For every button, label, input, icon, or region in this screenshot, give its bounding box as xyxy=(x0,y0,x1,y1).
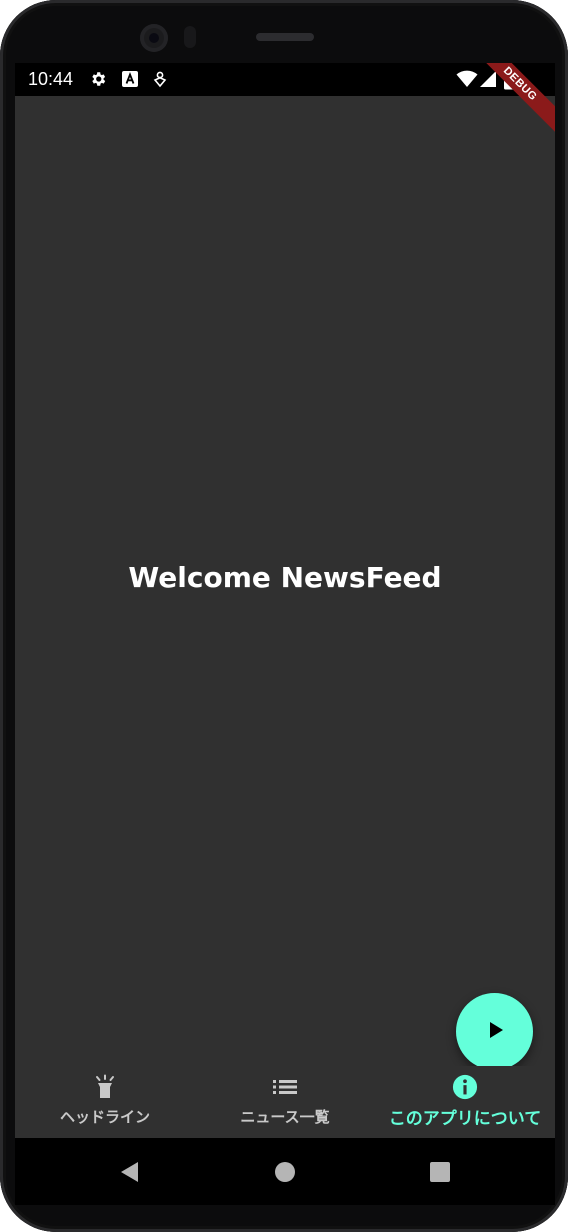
info-icon xyxy=(452,1074,478,1100)
welcome-title: Welcome NewsFeed xyxy=(128,561,442,594)
font-a-icon xyxy=(121,70,139,88)
home-icon[interactable] xyxy=(274,1160,296,1188)
status-bar: 10:44 DEBUG xyxy=(15,63,555,144)
nav-item-news-list[interactable]: ニュース一覧 xyxy=(225,1066,345,1138)
proximity-sensor xyxy=(184,26,196,48)
system-navigation-bar xyxy=(15,1138,555,1205)
phone-frame: 10:44 DEBUG Welcome NewsFeed ヘッドライン ニュース… xyxy=(0,0,568,1232)
play-fab-button[interactable] xyxy=(456,993,533,1070)
recents-icon[interactable] xyxy=(429,1160,451,1188)
flashlight-icon xyxy=(92,1074,118,1100)
list-icon xyxy=(272,1074,298,1100)
main-content: Welcome NewsFeed xyxy=(15,96,555,1070)
nav-item-about[interactable]: このアプリについて xyxy=(375,1066,555,1138)
nav-label-about: このアプリについて xyxy=(388,1109,542,1129)
nav-item-headline[interactable]: ヘッドライン xyxy=(55,1066,155,1138)
screen: 10:44 DEBUG Welcome NewsFeed ヘッドライン ニュース… xyxy=(15,63,555,1205)
bottom-navigation: ヘッドライン ニュース一覧 このアプリについて xyxy=(15,1066,555,1138)
front-camera xyxy=(140,24,168,52)
wifi-icon xyxy=(456,70,478,88)
nav-label-news-list: ニュース一覧 xyxy=(240,1108,330,1126)
cell-signal-icon xyxy=(479,70,497,88)
earpiece-speaker xyxy=(256,33,314,41)
settings-icon xyxy=(89,70,107,88)
nav-label-headline: ヘッドライン xyxy=(59,1108,150,1126)
back-icon[interactable] xyxy=(118,1160,140,1188)
play-icon xyxy=(484,1019,506,1045)
location-pin-icon xyxy=(151,70,169,88)
status-time: 10:44 xyxy=(28,69,74,89)
